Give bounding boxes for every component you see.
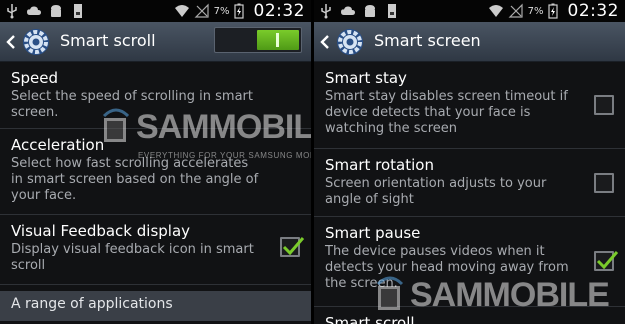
setting-title: Speed — [11, 69, 59, 87]
android-debug-icon — [362, 3, 378, 19]
no-signal-icon — [194, 3, 210, 19]
status-bar: 7% 02:32 — [0, 0, 311, 22]
clock: 02:32 — [567, 1, 619, 21]
cloud-icon — [26, 3, 42, 19]
setting-title: Acceleration — [11, 136, 105, 154]
settings-list: Speed Select the speed of scrolling in s… — [0, 62, 311, 324]
setting-title: Smart scroll — [325, 314, 415, 324]
screen-title: Smart scroll — [60, 31, 156, 50]
clock: 02:32 — [253, 1, 305, 21]
gear-icon — [335, 27, 365, 57]
wifi-icon — [488, 3, 504, 19]
no-signal-icon — [508, 3, 524, 19]
screen-title: Smart screen — [374, 31, 481, 50]
sd-card-icon — [70, 3, 86, 19]
setting-smart-stay[interactable]: Smart stay Smart stay disables screen ti… — [314, 62, 625, 149]
battery-charging-icon — [233, 3, 250, 19]
toggle-on-thumb — [257, 30, 299, 50]
setting-acceleration[interactable]: Acceleration Select how fast scrolling a… — [0, 129, 311, 215]
setting-title: Smart pause — [325, 224, 421, 242]
setting-smart-rotation[interactable]: Smart rotation Screen orientation adjust… — [314, 149, 625, 217]
battery-charging-icon — [547, 3, 564, 19]
action-bar: Smart scroll — [0, 22, 311, 62]
notification-icons — [4, 3, 86, 19]
smart-stay-checkbox[interactable] — [594, 95, 614, 115]
smart-screen-screen: 7% 02:32 Smart screen Smart stay Smart s… — [314, 0, 625, 324]
action-bar: Smart screen — [314, 22, 625, 62]
cloud-icon — [340, 3, 356, 19]
setting-description: Display visual feedback icon in smart sc… — [11, 242, 254, 273]
sd-card-icon — [384, 3, 400, 19]
smart-pause-checkbox[interactable] — [594, 251, 619, 271]
setting-speed[interactable]: Speed Select the speed of scrolling in s… — [0, 62, 311, 129]
setting-smart-pause[interactable]: Smart pause The device pauses videos whe… — [314, 217, 625, 307]
smart-rotation-checkbox[interactable] — [594, 173, 614, 193]
system-icons: 7% 02:32 — [488, 0, 619, 22]
battery-percent: 7% — [213, 5, 230, 17]
back-arrow-icon[interactable] — [4, 32, 18, 52]
status-bar: 7% 02:32 — [314, 0, 625, 22]
setting-description: Select how fast scrolling accelerates in… — [11, 156, 259, 203]
settings-list: Smart stay Smart stay disables screen ti… — [314, 62, 625, 324]
setting-visual-feedback[interactable]: Visual Feedback display Display visual f… — [0, 215, 311, 285]
wifi-icon — [174, 3, 190, 19]
usb-icon — [318, 3, 334, 19]
android-debug-icon — [48, 3, 64, 19]
setting-description: Screen orientation adjusts to your angle… — [325, 176, 547, 207]
setting-description: The device pauses videos when it detects… — [325, 244, 569, 291]
setting-description: Smart stay disables screen timeout if de… — [325, 89, 568, 136]
visual-feedback-checkbox[interactable] — [280, 237, 305, 257]
setting-description: Select the speed of scrolling in smart s… — [11, 89, 253, 120]
battery-percent: 7% — [527, 5, 544, 17]
gear-icon — [21, 27, 51, 57]
section-header: A range of applications — [0, 291, 311, 321]
smart-scroll-screen: 7% 02:32 Smart scroll Speed Select the s… — [0, 0, 311, 324]
notification-icons — [318, 3, 400, 19]
usb-icon — [4, 3, 20, 19]
setting-title: Visual Feedback display — [11, 222, 191, 240]
back-arrow-icon[interactable] — [318, 32, 332, 52]
setting-title: Smart stay — [325, 69, 407, 87]
setting-smart-scroll[interactable]: Smart scroll — [314, 307, 625, 324]
section-header-label: A range of applications — [11, 296, 173, 312]
setting-title: Smart rotation — [325, 156, 434, 174]
system-icons: 7% 02:32 — [174, 0, 305, 22]
smart-scroll-toggle[interactable] — [214, 27, 302, 53]
